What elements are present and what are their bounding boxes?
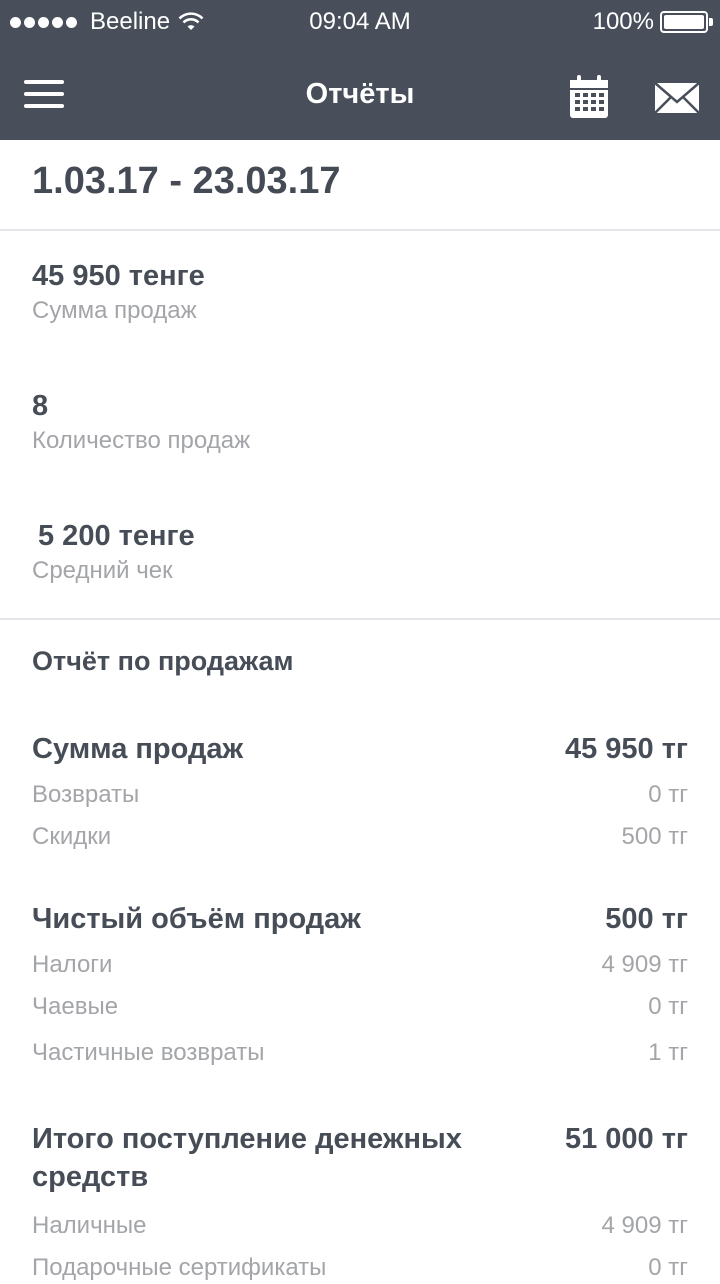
kpi-label: Средний чек: [32, 557, 173, 584]
kpi-value: 45 950 тенге: [32, 260, 205, 292]
row-label: Чистый объём продаж: [32, 903, 361, 935]
row-label: Возвраты: [32, 781, 140, 808]
page-title: Отчёты: [305, 78, 415, 110]
row-value: 4 909 тг: [601, 1212, 688, 1239]
date-range: 1.03.17 - 23.03.17: [32, 160, 341, 202]
row-value: 51 000 тг: [564, 1123, 688, 1155]
app-header: Beeline 09:04 AM 100% Отчёты: [0, 0, 720, 140]
status-bar: Beeline 09:04 AM 100%: [0, 0, 720, 44]
kpi-value: 5 200 тенге: [38, 520, 195, 552]
row-label: Итого поступление денежных средств: [32, 1123, 462, 1193]
kpi-label: Количество продаж: [32, 427, 251, 454]
row-value: 0 тг: [648, 1254, 688, 1281]
row-value: 1 тг: [648, 1039, 688, 1066]
row-value: 0 тг: [648, 993, 688, 1020]
row-value: 500 тг: [621, 823, 688, 850]
row-label: Подарочные сертификаты: [32, 1254, 327, 1281]
row-label: Наличные: [32, 1212, 147, 1239]
kpi-sales-total: 45 950 тенге Сумма продаж: [32, 258, 205, 328]
battery-icon: [660, 11, 713, 33]
row-value: 4 909 тг: [601, 951, 688, 978]
navbar: Отчёты: [0, 44, 720, 140]
report-title: Отчёт по продажам: [32, 646, 294, 676]
row-value: 0 тг: [648, 781, 688, 808]
date-range-row[interactable]: 1.03.17 - 23.03.17: [0, 140, 720, 231]
kpi-value: 8: [32, 390, 49, 422]
row-value: 45 950 тг: [564, 733, 688, 765]
kpi-average-check: 5 200 тенге Средний чек: [32, 518, 195, 588]
kpi-label: Сумма продаж: [32, 297, 197, 324]
battery-percent: 100%: [592, 8, 654, 35]
calendar-icon[interactable]: [568, 74, 610, 120]
mail-icon[interactable]: [654, 82, 700, 114]
row-label: Частичные возвраты: [32, 1039, 265, 1066]
row-label: Чаевые: [32, 993, 119, 1020]
row-label: Сумма продаж: [32, 733, 244, 765]
status-right: 100%: [592, 8, 713, 36]
row-value: 500 тг: [605, 903, 688, 935]
kpi-sales-count: 8 Количество продаж: [32, 388, 250, 458]
row-label: Скидки: [32, 823, 112, 850]
section-divider: [0, 618, 720, 620]
row-label: Налоги: [32, 951, 113, 978]
